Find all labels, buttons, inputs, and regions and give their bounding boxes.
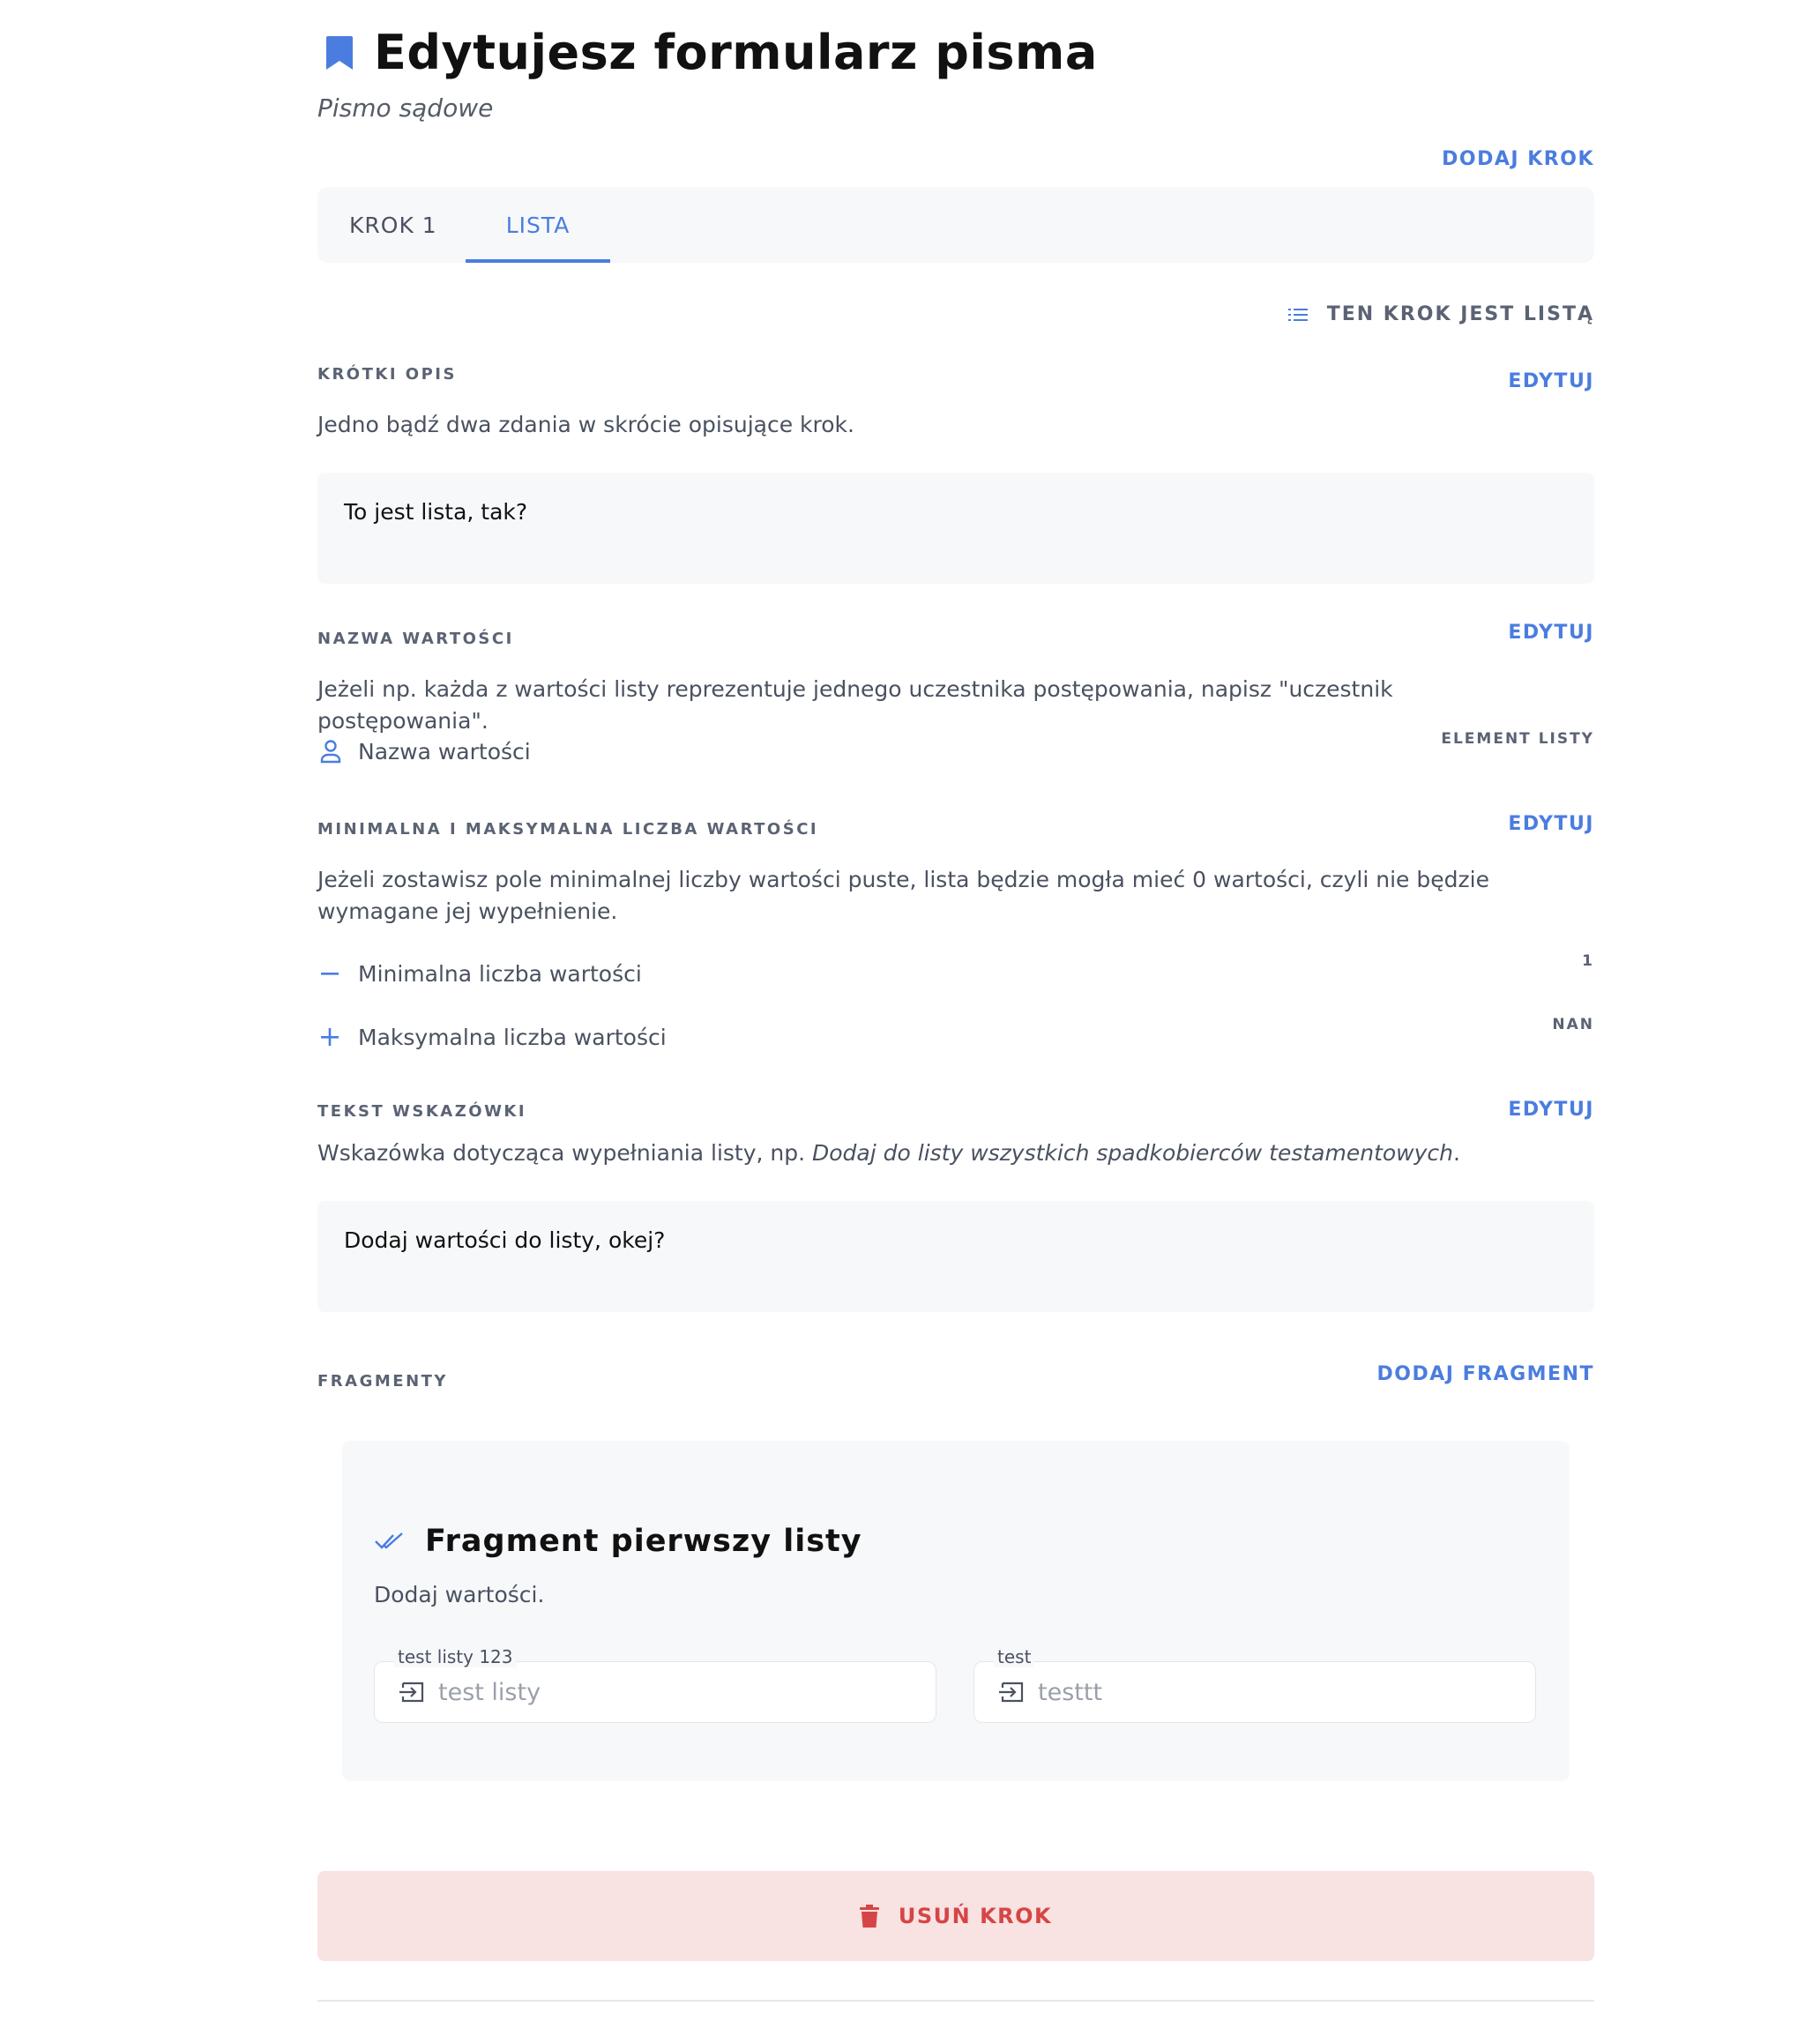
fragment-field-2-input[interactable] <box>1036 1671 1516 1713</box>
value-name-edit-button[interactable]: EDYTUJ <box>1508 622 1594 644</box>
step-tabs: KROK 1 LISTA <box>317 187 1594 263</box>
short-desc-value: To jest lista, tak? <box>344 499 528 525</box>
person-icon <box>320 740 341 764</box>
fragment-field-1-input[interactable] <box>436 1671 916 1713</box>
min-max-description: Jeżeli zostawisz pole minimalnej liczby … <box>317 867 1489 924</box>
fragment-field-2-label: test <box>994 1646 1035 1667</box>
value-name-row: Nazwa wartości ELEMENT LISTY <box>317 730 1594 771</box>
value-name-label: NAZWA WARTOŚCI <box>317 630 514 648</box>
hint-value-box: Dodaj wartości do listy, okej? <box>317 1201 1594 1312</box>
tab-lista[interactable]: LISTA <box>465 187 611 263</box>
hint-label: TEKST WSKAZÓWKI <box>317 1102 527 1121</box>
add-step-button[interactable]: DODAJ KROK <box>1442 148 1594 170</box>
min-values-label: Minimalna liczba wartości <box>358 961 642 987</box>
tab-krok-1[interactable]: KROK 1 <box>317 187 469 263</box>
list-badge-label: TEN KROK JEST LISTĄ <box>1326 303 1594 325</box>
add-fragment-button[interactable]: DODAJ FRAGMENT <box>1377 1363 1595 1385</box>
list-icon <box>1287 308 1308 321</box>
title-row: Edytujesz formularz pisma <box>324 25 1098 80</box>
page-subtitle: Pismo sądowe <box>317 93 494 123</box>
value-name-prop-label: Nazwa wartości <box>358 739 531 764</box>
max-values-label: Maksymalna liczba wartości <box>358 1025 667 1050</box>
short-desc-value-box: To jest lista, tak? <box>317 473 1594 584</box>
short-desc-label: KRÓTKI OPIS <box>317 365 457 384</box>
fragment-field-2: test <box>973 1646 1536 1723</box>
max-values-value: NAN <box>1552 1016 1594 1033</box>
list-step-badge: TEN KROK JEST LISTĄ <box>1287 303 1594 325</box>
fragment-description: Dodaj wartości. <box>374 1582 545 1607</box>
hint-description-suffix: . <box>1453 1140 1460 1166</box>
minus-icon <box>321 973 339 975</box>
min-values-value: 1 <box>1582 952 1594 970</box>
hint-description-example: Dodaj do listy wszystkich spadkobierców … <box>812 1140 1453 1166</box>
hint-edit-button[interactable]: EDYTUJ <box>1508 1099 1594 1121</box>
input-icon <box>999 1682 1024 1703</box>
fragment-title-row: Fragment pierwszy listy <box>374 1524 862 1559</box>
fragments-label: FRAGMENTY <box>317 1372 448 1391</box>
min-values-row: Minimalna liczba wartości 1 <box>317 952 1594 993</box>
hint-value: Dodaj wartości do listy, okej? <box>344 1227 666 1253</box>
double-check-icon <box>375 1533 403 1549</box>
page-title: Edytujesz formularz pisma <box>374 25 1098 80</box>
value-name-description: Jeżeli np. każda z wartości listy reprez… <box>317 676 1393 734</box>
hint-description-prefix: Wskazówka dotycząca wypełniania listy, n… <box>317 1140 813 1166</box>
plus-icon <box>321 1028 339 1046</box>
delete-step-button[interactable]: USUŃ KROK <box>317 1871 1594 1961</box>
max-values-row: Maksymalna liczba wartości NAN <box>317 1016 1594 1056</box>
short-desc-edit-button[interactable]: EDYTUJ <box>1508 370 1594 392</box>
min-max-edit-button[interactable]: EDYTUJ <box>1508 813 1594 835</box>
fragment-field-1: test listy 123 <box>374 1646 936 1723</box>
divider <box>317 2000 1594 2002</box>
min-max-label: MINIMALNA I MAKSYMALNA LICZBA WARTOŚCI <box>317 820 819 839</box>
value-name-prop-value: ELEMENT LISTY <box>1441 730 1594 748</box>
delete-step-label: USUŃ KROK <box>898 1904 1053 1928</box>
bookmark-icon <box>326 35 353 70</box>
input-icon <box>399 1682 424 1703</box>
short-desc-description: Jedno bądź dwa zdania w skrócie opisując… <box>317 412 854 437</box>
trash-icon <box>859 1905 879 1928</box>
hint-description: Wskazówka dotycząca wypełniania listy, n… <box>317 1137 1552 1169</box>
fragment-card: Fragment pierwszy listy Dodaj wartości. … <box>342 1441 1570 1781</box>
fragment-field-1-label: test listy 123 <box>394 1646 517 1667</box>
fragment-title: Fragment pierwszy listy <box>425 1524 862 1559</box>
